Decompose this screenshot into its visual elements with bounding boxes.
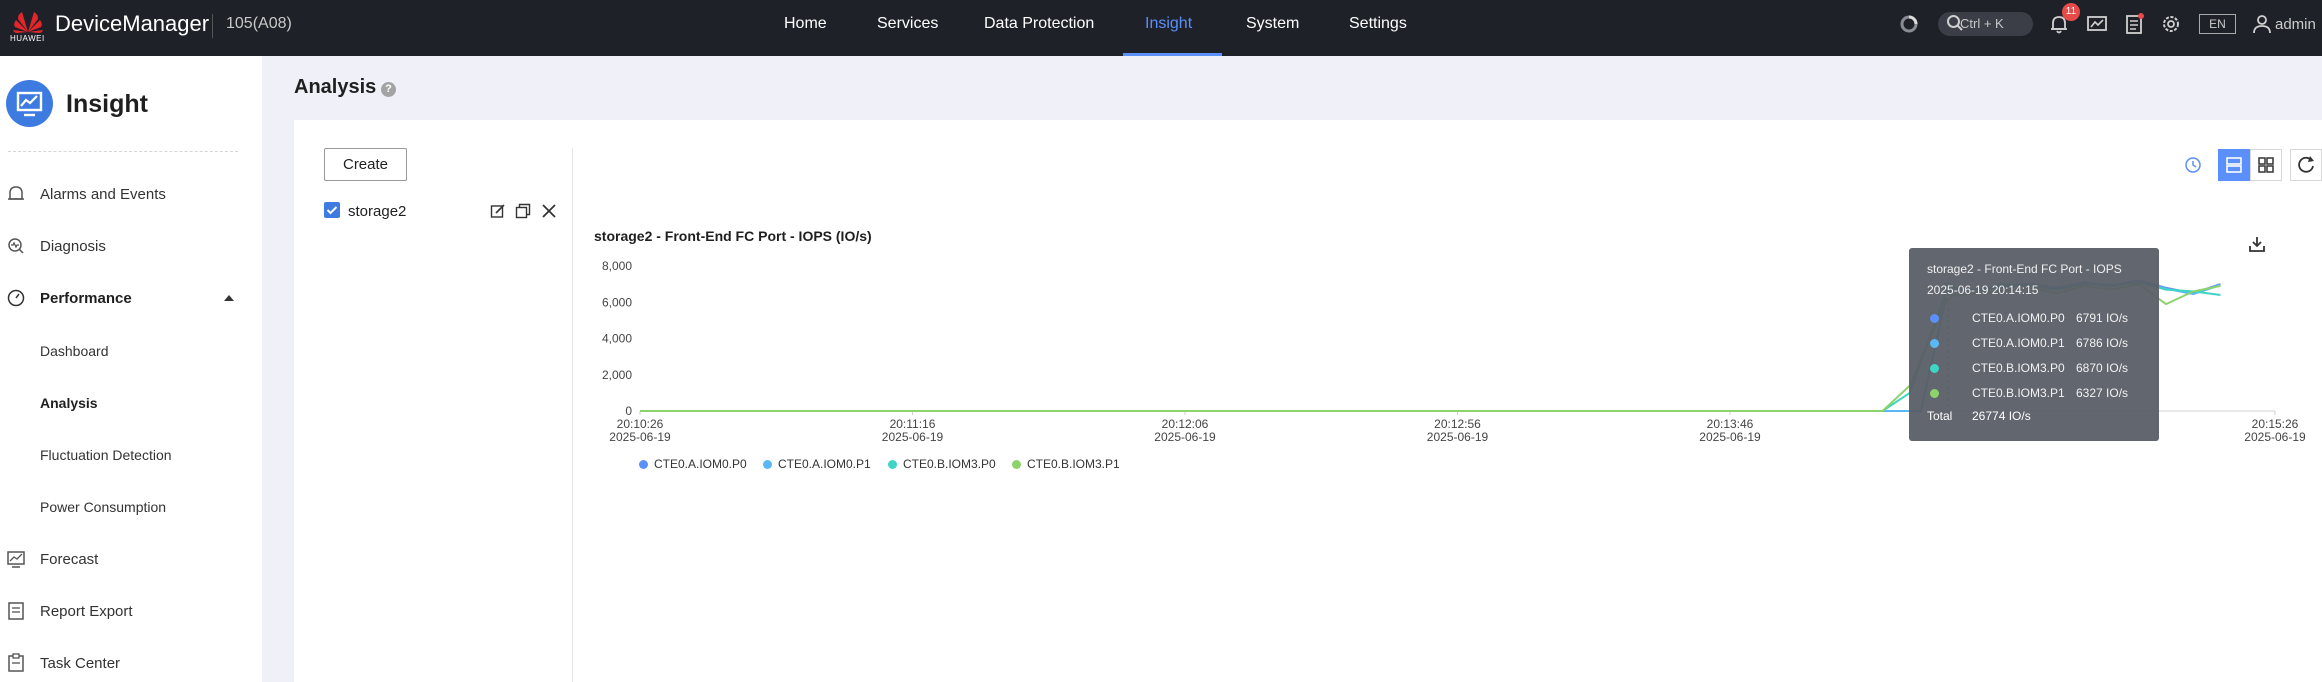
device-name[interactable]: 105(A08) <box>226 15 292 33</box>
tooltip-series-name: CTE0.A.IOM0.P0 <box>1972 311 2065 325</box>
nav-settings[interactable]: Settings <box>1349 15 1407 33</box>
sidebar-divider <box>8 151 238 152</box>
gear-icon[interactable] <box>2160 13 2182 35</box>
tooltip-dot <box>1930 364 1939 373</box>
legend-item[interactable]: CTE0.A.IOM0.P0 <box>639 457 747 471</box>
tooltip-series-name: CTE0.A.IOM0.P1 <box>1972 336 2065 350</box>
chevron-up-icon[interactable] <box>224 294 234 302</box>
sidebar-item-task-center[interactable]: Task Center <box>40 655 120 672</box>
brand-text: HUAWEI <box>10 34 45 43</box>
user-name[interactable]: admin <box>2275 16 2316 33</box>
legend-dot <box>888 460 897 470</box>
legend-item[interactable]: CTE0.B.IOM3.P0 <box>888 457 996 471</box>
search-shortcut: Ctrl + K <box>1960 16 2004 31</box>
huawei-logo-icon <box>13 12 43 33</box>
tooltip-series-value: 6791 IO/s <box>2076 311 2129 325</box>
legend-dot <box>763 460 772 470</box>
tooltip-series-value: 6786 IO/s <box>2076 336 2129 350</box>
sidebar-item-power-consumption[interactable]: Power Consumption <box>40 499 166 515</box>
legend-label: CTE0.A.IOM0.P0 <box>654 457 747 471</box>
sidebar: Insight Alarms and Events Diagnosis Perf… <box>0 56 262 682</box>
top-bar: HUAWEI DeviceManager 105(A08) Home Servi… <box>0 0 2322 56</box>
panel-divider <box>572 148 573 682</box>
spinner-icon[interactable] <box>1898 13 1920 35</box>
tooltip-total-label: Total <box>1927 409 1953 423</box>
legend-item[interactable]: CTE0.B.IOM3.P1 <box>1012 457 1120 471</box>
list-view-icon <box>2226 157 2242 173</box>
notification-badge: 11 <box>2062 3 2080 21</box>
refresh-icon <box>2298 156 2314 173</box>
sidebar-item-performance[interactable]: Performance <box>40 290 132 307</box>
nav-services[interactable]: Services <box>877 15 938 33</box>
sidebar-item-forecast[interactable]: Forecast <box>40 551 98 568</box>
download-icon[interactable] <box>2248 235 2266 253</box>
legend-label: CTE0.B.IOM3.P0 <box>903 457 996 471</box>
tooltip-series-value: 6327 IO/s <box>2076 386 2129 400</box>
chart-title: storage2 - Front-End FC Port - IOPS (IO/… <box>594 228 872 244</box>
list-view-button[interactable] <box>2218 149 2250 181</box>
nav-data-protection[interactable]: Data Protection <box>984 15 1094 33</box>
refresh-button[interactable] <box>2290 149 2322 181</box>
history-icon[interactable] <box>2184 156 2202 174</box>
legend-dot <box>1012 460 1021 470</box>
check-icon <box>326 206 338 215</box>
tooltip-series-name: CTE0.B.IOM3.P0 <box>1972 361 2065 375</box>
tooltip-row: CTE0.A.IOM0.P0 6791 IO/s <box>1927 311 2142 327</box>
grid-view-icon <box>2258 157 2274 173</box>
tooltip-total-value: 26774 IO/s <box>1972 409 2031 423</box>
monitor-chart-icon[interactable] <box>2086 13 2108 35</box>
tooltip-time: 2025-06-19 20:14:15 <box>1927 283 2039 297</box>
insight-logo-icon <box>6 80 53 127</box>
tooltip-row: CTE0.A.IOM0.P1 6786 IO/s <box>1927 336 2142 352</box>
tooltip-series-name: CTE0.B.IOM3.P1 <box>1972 386 2065 400</box>
tooltip-title: storage2 - Front-End FC Port - IOPS <box>1927 262 2122 276</box>
tooltip-dot <box>1930 314 1939 323</box>
sidebar-item-report-export[interactable]: Report Export <box>40 603 133 620</box>
create-button[interactable]: Create <box>324 148 407 181</box>
grid-view-button[interactable] <box>2250 149 2282 181</box>
clipboard-icon[interactable] <box>2123 13 2145 35</box>
task-icon <box>8 653 24 672</box>
app-name[interactable]: DeviceManager <box>55 11 209 37</box>
header-divider <box>212 14 213 38</box>
forecast-icon <box>7 551 25 568</box>
language-switch[interactable]: EN <box>2199 14 2236 34</box>
legend-label: CTE0.B.IOM3.P1 <box>1027 457 1120 471</box>
gauge-icon <box>7 289 25 307</box>
tooltip-row: CTE0.B.IOM3.P1 6327 IO/s <box>1927 386 2142 402</box>
chart-tooltip: storage2 - Front-End FC Port - IOPS 2025… <box>1909 248 2159 441</box>
tooltip-dot <box>1930 339 1939 348</box>
tooltip-series-value: 6870 IO/s <box>2076 361 2129 375</box>
sidebar-item-dashboard[interactable]: Dashboard <box>40 343 109 359</box>
sidebar-item-analysis[interactable]: Analysis <box>40 395 98 411</box>
sidebar-item-fluctuation-detection[interactable]: Fluctuation Detection <box>40 447 172 463</box>
nav-insight[interactable]: Insight <box>1145 15 1192 33</box>
sidebar-item-diagnosis[interactable]: Diagnosis <box>40 238 106 255</box>
report-icon <box>8 602 24 620</box>
bell-icon <box>8 186 24 200</box>
sidebar-item-alarms-and-events[interactable]: Alarms and Events <box>40 186 166 203</box>
help-icon[interactable]: ? <box>381 82 396 97</box>
object-checkbox[interactable] <box>324 202 340 218</box>
object-name[interactable]: storage2 <box>348 203 406 220</box>
copy-icon[interactable] <box>515 203 531 219</box>
tooltip-row: CTE0.B.IOM3.P0 6870 IO/s <box>1927 361 2142 377</box>
nav-home[interactable]: Home <box>784 15 827 33</box>
edit-icon[interactable] <box>490 203 506 219</box>
page-title: Analysis <box>294 76 377 98</box>
legend-label: CTE0.A.IOM0.P1 <box>778 457 871 471</box>
tooltip-dot <box>1930 389 1939 398</box>
diagnosis-icon <box>8 238 24 254</box>
legend-item[interactable]: CTE0.A.IOM0.P1 <box>763 457 871 471</box>
nav-system[interactable]: System <box>1246 15 1299 33</box>
legend-dot <box>639 460 648 470</box>
close-icon[interactable] <box>541 203 557 219</box>
nav-active-indicator <box>1123 53 1222 56</box>
sidebar-title: Insight <box>66 90 148 118</box>
user-icon[interactable] <box>2251 13 2273 35</box>
